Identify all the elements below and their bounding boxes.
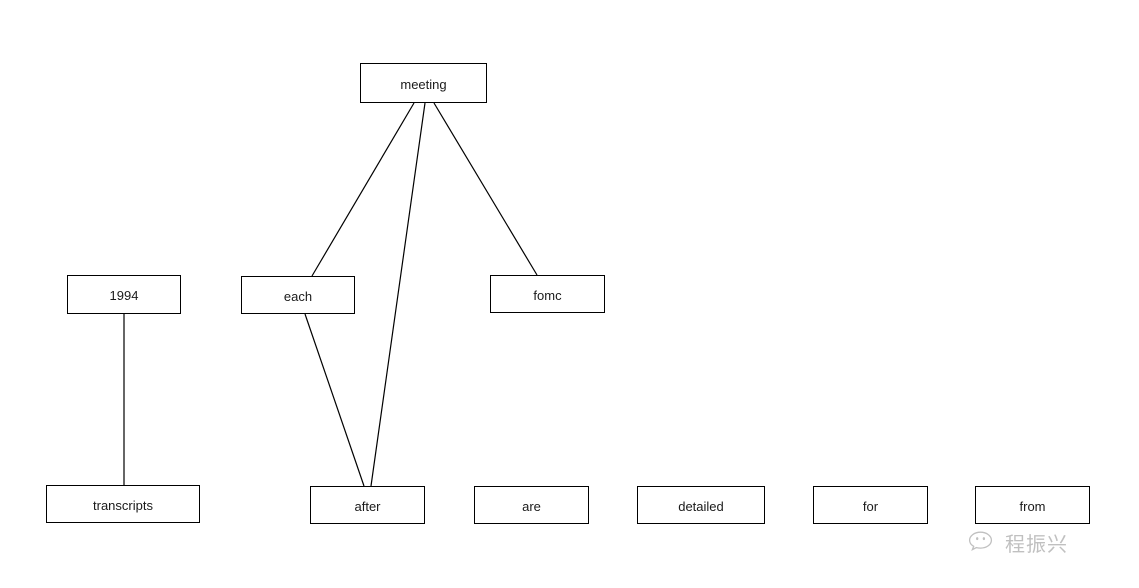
diagram-canvas: meeting 1994 each fomc transcripts after are de…	[0, 0, 1139, 588]
tree-node-label: detailed	[678, 498, 724, 514]
tree-node-label: transcripts	[93, 497, 153, 513]
tree-edge	[433, 102, 538, 276]
tree-node-from[interactable]: from	[975, 486, 1090, 524]
tree-node-meeting[interactable]: meeting	[360, 63, 487, 103]
tree-node-each[interactable]: each	[241, 276, 355, 314]
tree-node-label: from	[1019, 498, 1046, 514]
tree-node-transcripts[interactable]: transcripts	[46, 485, 200, 523]
tree-node-are[interactable]: are	[474, 486, 589, 524]
tree-edge	[304, 313, 365, 487]
tree-node-label: fomc	[533, 287, 562, 303]
tree-node-label: after	[354, 498, 381, 514]
tree-node-label: each	[283, 288, 313, 304]
tree-node-detailed[interactable]: detailed	[637, 486, 765, 524]
tree-edge	[311, 102, 415, 277]
tree-edge	[370, 102, 426, 487]
tree-node-label: meeting	[400, 76, 447, 92]
watermark-text: 程振兴	[1005, 531, 1068, 556]
tree-node-label: 1994	[109, 288, 139, 303]
tree-node-for[interactable]: for	[813, 486, 928, 524]
tree-node-fomc[interactable]: fomc	[490, 275, 605, 313]
wechat-chat-icon	[968, 530, 998, 557]
watermark: 程振兴	[968, 530, 1068, 557]
tree-node-label: for	[862, 498, 879, 514]
tree-node-label: are	[522, 498, 541, 514]
tree-node-after[interactable]: after	[310, 486, 425, 524]
tree-node-1994[interactable]: 1994	[67, 275, 181, 314]
